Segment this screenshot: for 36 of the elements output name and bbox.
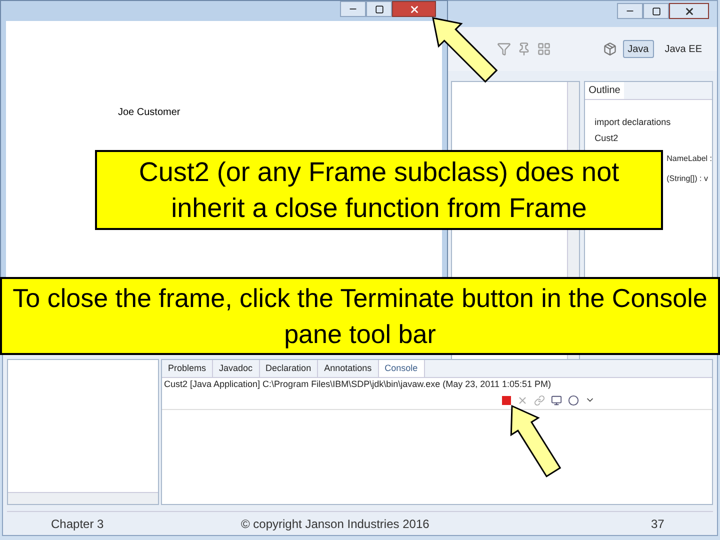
callout-box: Cust2 (or any Frame subclass) does not inherit a close function from Frame <box>95 150 663 230</box>
maximize-button[interactable] <box>643 3 669 19</box>
close-button[interactable] <box>669 3 709 19</box>
launch-info: Cust2 [Java Application] C:\Program Files\IBM\SDP\jdk\bin\javaw.exe (May 23, 2011 1:05:51 PM) <box>163 378 552 391</box>
perspective-button[interactable]: Java EE <box>660 40 707 58</box>
maximize-icon <box>374 4 384 14</box>
callout-arrow <box>432 17 498 83</box>
close-button[interactable] <box>392 1 436 17</box>
maximize-button[interactable] <box>366 1 392 17</box>
console-tab[interactable]: Javadoc <box>213 360 260 377</box>
callout-box: To close the frame, click the Terminate button in the Console pane tool bar <box>0 277 720 355</box>
toolbar-icon[interactable] <box>536 42 551 56</box>
terminate-icon[interactable] <box>502 396 511 404</box>
perspective-button[interactable]: Java <box>622 40 654 58</box>
outline-item[interactable]: Cust2 <box>594 132 712 145</box>
toolbar-icon[interactable] <box>516 42 531 56</box>
close-icon <box>408 4 420 14</box>
customer-label: Joe Customer <box>118 107 180 118</box>
outline-item[interactable]: (String[]) : v <box>666 173 712 185</box>
perspective-icon[interactable] <box>602 42 617 56</box>
monitor-icon[interactable] <box>551 394 562 406</box>
console-tab[interactable]: Problems <box>162 360 214 377</box>
horizontal-scrollbar[interactable] <box>8 492 158 504</box>
outline-tab[interactable]: Outline <box>584 82 624 99</box>
outline-item[interactable]: NameLabel : <box>666 153 712 165</box>
close-icon <box>684 6 694 16</box>
chapter-label: Chapter 3 <box>51 516 105 532</box>
maximize-icon <box>652 6 660 16</box>
link-icon[interactable] <box>534 394 545 406</box>
console-tab[interactable]: Declaration <box>260 360 318 377</box>
remove-icon[interactable] <box>517 394 528 406</box>
page-number: 37 <box>651 516 664 532</box>
copyright-label: © copyright Janson Industries 2016 <box>241 516 430 532</box>
toolbar-icon[interactable] <box>496 42 511 56</box>
console-tab[interactable]: Console <box>378 360 425 377</box>
outline-item[interactable]: import declarations <box>594 116 712 130</box>
